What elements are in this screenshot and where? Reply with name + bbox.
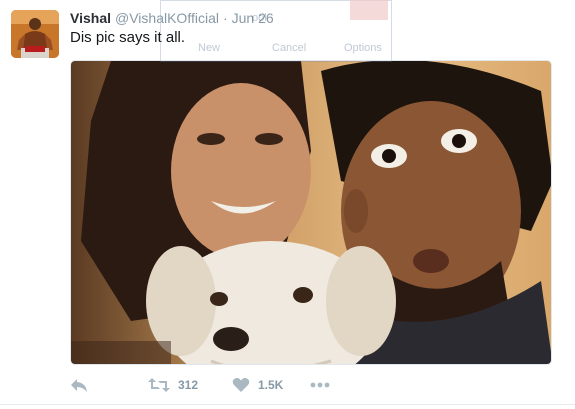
avatar-image	[11, 10, 59, 58]
reply-icon	[71, 379, 87, 392]
retweet-icon	[148, 378, 170, 392]
retweet-count: 312	[178, 378, 199, 392]
tweet-actions: 312 1.5K	[70, 374, 550, 396]
ghost-close-button	[350, 0, 388, 20]
ghost-cancel-label: Cancel	[272, 42, 307, 54]
reply-button[interactable]	[70, 374, 88, 396]
tweet-text: Dis pic says it all.	[70, 29, 186, 46]
tweet-date[interactable]: Jun 26	[232, 10, 274, 26]
avatar[interactable]	[11, 10, 59, 58]
tweet-header: Vishal @VishalKOfficial · Jun 26	[70, 9, 274, 27]
heart-icon	[232, 378, 250, 392]
like-button[interactable]: 1.5K	[232, 374, 283, 396]
tweet: Vishal @VishalKOfficial · Jun 26 Dis pic sa…	[0, 0, 575, 409]
retweet-button[interactable]: 312	[148, 374, 198, 396]
display-name[interactable]: Vishal	[70, 10, 111, 26]
tweet-photo[interactable]	[70, 60, 552, 365]
user-handle[interactable]: @VishalKOfficial	[115, 10, 219, 26]
ghost-new-label: New	[198, 42, 221, 54]
like-count: 1.5K	[258, 378, 284, 392]
ghost-options-label: Options	[344, 42, 382, 54]
divider	[0, 404, 575, 405]
more-button[interactable]	[310, 374, 330, 396]
more-icon	[310, 382, 330, 388]
photo-image	[71, 61, 551, 364]
separator: ·	[222, 10, 228, 26]
